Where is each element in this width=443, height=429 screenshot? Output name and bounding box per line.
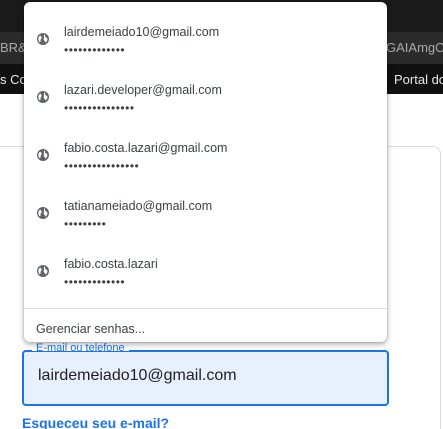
password-autofill-popup: lairdemeiado10@gmail.com ••••••••••••• l… xyxy=(24,2,387,342)
popup-divider xyxy=(24,308,387,309)
suggestion-username: fabio.costa.lazari xyxy=(64,257,158,271)
globe-icon xyxy=(37,33,49,45)
nav-fragment-right[interactable]: Portal do xyxy=(394,72,443,87)
bookmark-fragment-left[interactable]: BR& xyxy=(0,40,27,55)
bookmark-fragment-right[interactable]: GAIAmgC xyxy=(386,40,443,55)
globe-icon xyxy=(37,265,49,277)
suggestion-password: ••••••••••••• xyxy=(64,275,126,289)
forgot-email-link[interactable]: Esqueceu seu e-mail? xyxy=(22,415,169,429)
autofill-suggestion[interactable]: lairdemeiado10@gmail.com ••••••••••••• xyxy=(24,14,387,72)
suggestion-username: lairdemeiado10@gmail.com xyxy=(64,25,220,39)
suggestion-password: ••••••••••••• xyxy=(64,43,126,57)
page: BR& GAIAmgC s Co Portal do lairdemeiado1… xyxy=(0,0,443,429)
email-field[interactable]: lairdemeiado10@gmail.com xyxy=(22,350,389,406)
suggestion-password: ••••••••••••••• xyxy=(64,101,135,115)
email-field-label: E-mail ou telefone xyxy=(32,342,129,351)
autofill-suggestion[interactable]: lazari.developer@gmail.com •••••••••••••… xyxy=(24,72,387,130)
globe-icon xyxy=(37,91,49,103)
globe-icon xyxy=(37,207,49,219)
suggestion-password: ••••••••• xyxy=(64,217,107,231)
suggestion-password: •••••••••••••••• xyxy=(64,159,140,173)
suggestion-username: tatianameiado@gmail.com xyxy=(64,199,213,213)
globe-icon xyxy=(37,149,49,161)
suggestion-username: fabio.costa.lazari@gmail.com xyxy=(64,141,228,155)
suggestion-username: lazari.developer@gmail.com xyxy=(64,83,222,97)
autofill-suggestion[interactable]: tatianameiado@gmail.com ••••••••• xyxy=(24,188,387,246)
autofill-suggestion[interactable]: fabio.costa.lazari@gmail.com •••••••••••… xyxy=(24,130,387,188)
email-field-value[interactable]: lairdemeiado10@gmail.com xyxy=(38,367,237,385)
manage-passwords-link[interactable]: Gerenciar senhas... xyxy=(36,322,145,336)
nav-fragment-left[interactable]: s Co xyxy=(0,72,27,87)
autofill-suggestion[interactable]: fabio.costa.lazari ••••••••••••• xyxy=(24,246,387,304)
